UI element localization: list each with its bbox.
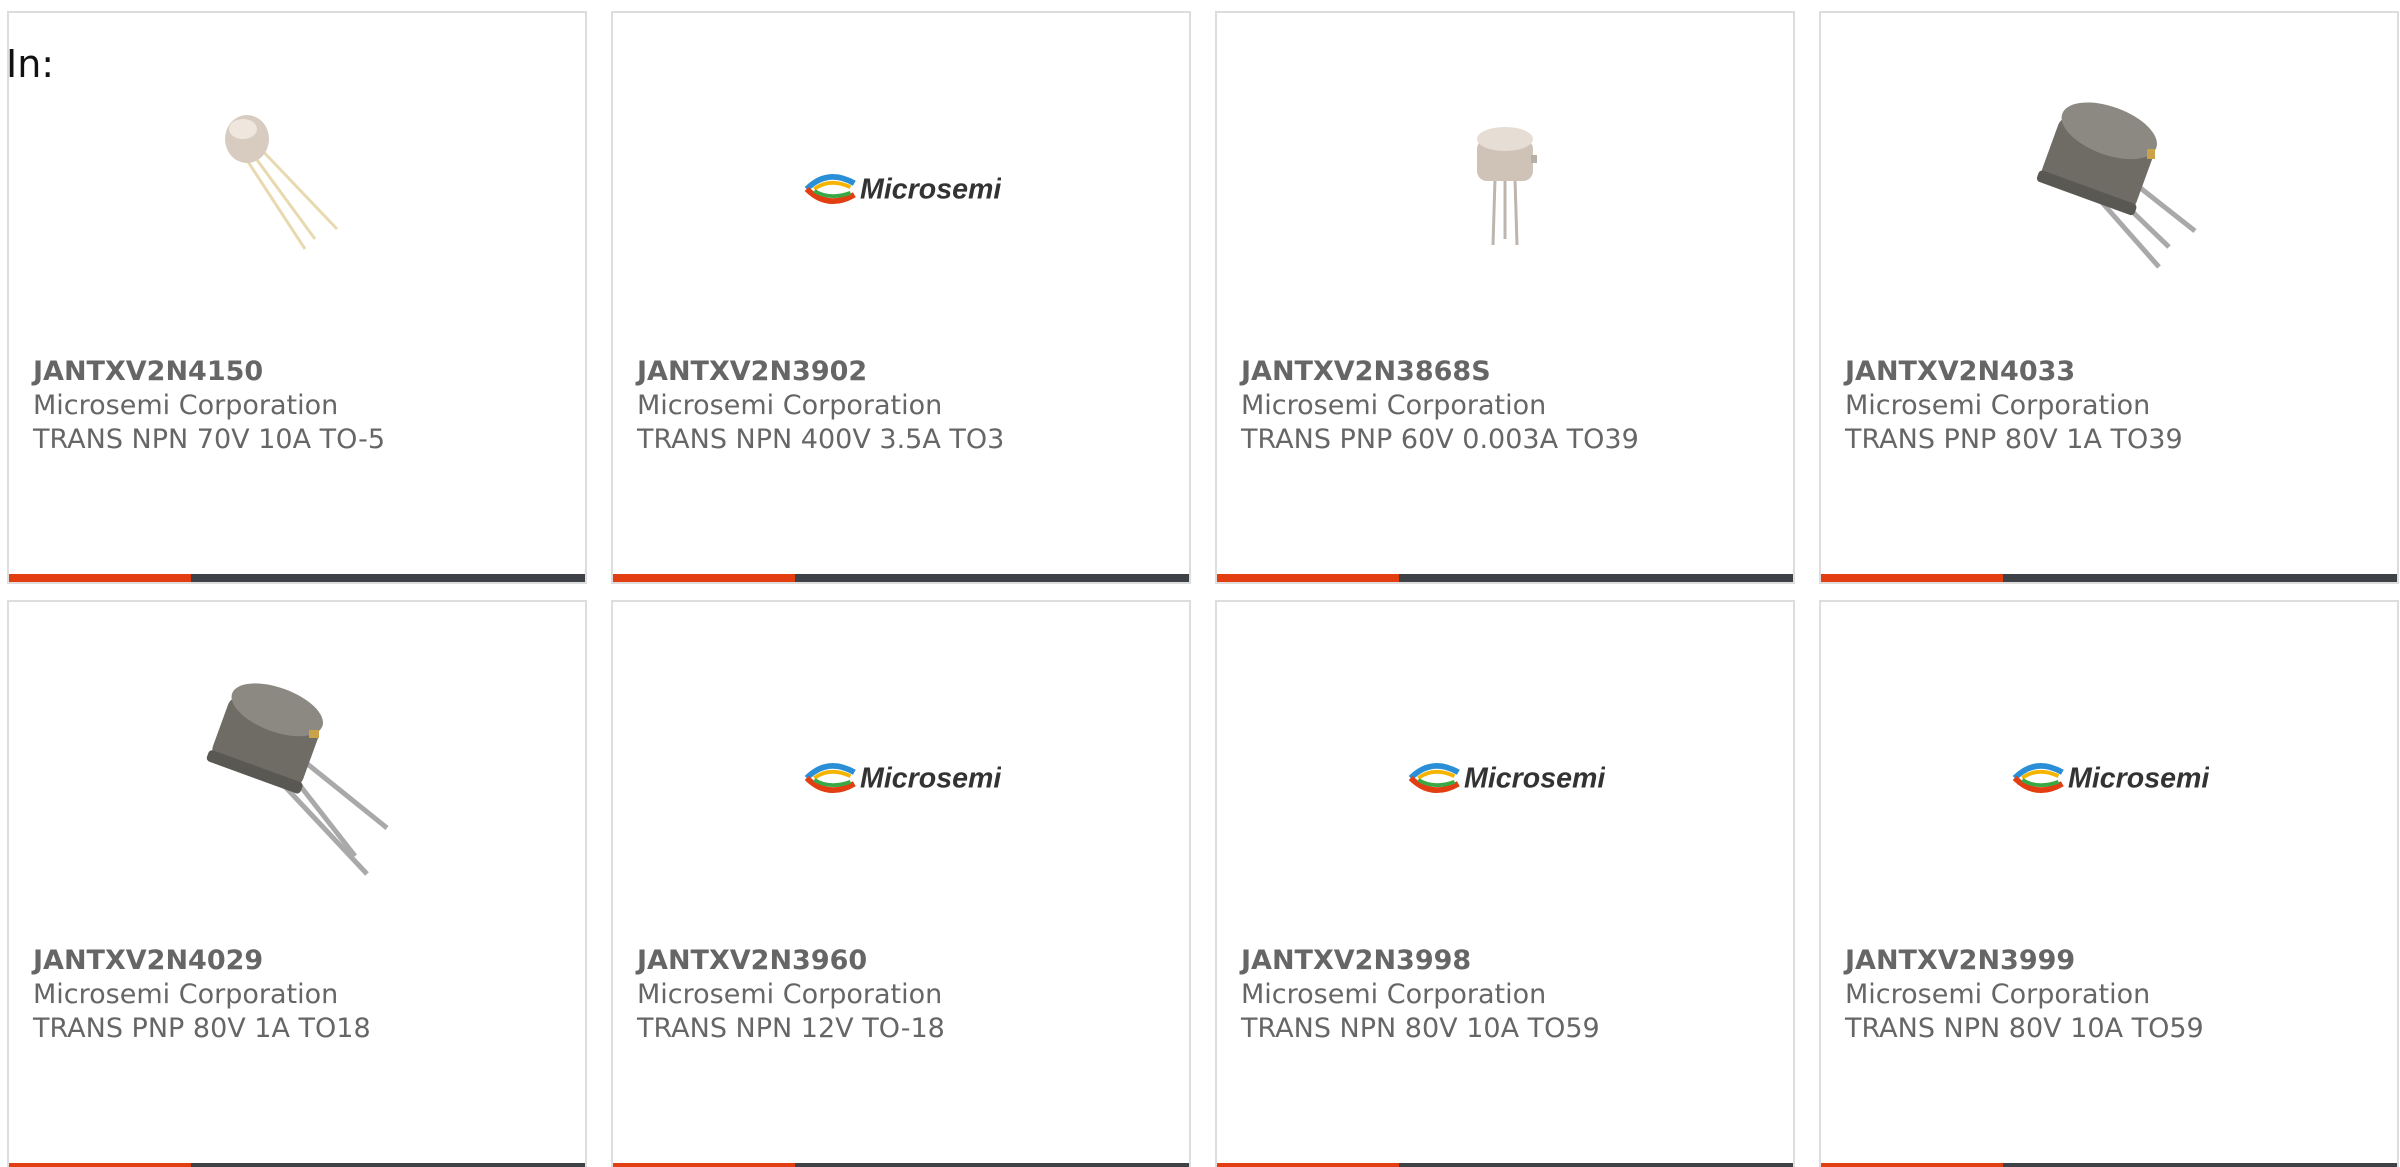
manufacturer: Microsemi Corporation xyxy=(1241,390,1547,421)
description: TRANS NPN 70V 10A TO-5 xyxy=(33,424,386,455)
manufacturer: Microsemi Corporation xyxy=(637,390,943,421)
product-card[interactable]: JANTXV2N3868S Microsemi Corporation TRAN… xyxy=(1215,11,1795,584)
part-number-link[interactable]: JANTXV2N3902 xyxy=(637,355,1169,389)
card-bar xyxy=(1217,574,1793,582)
product-image[interactable] xyxy=(197,678,397,878)
product-card[interactable]: Microsemi JANTXV2N3960 Microsemi Corpora… xyxy=(611,600,1191,1167)
part-number-link[interactable]: JANTXV2N3998 xyxy=(1241,944,1773,978)
transistor-photo-icon xyxy=(206,683,389,876)
microsemi-logo-icon: Microsemi xyxy=(804,174,1001,206)
part-number-link[interactable]: JANTXV2N4033 xyxy=(1845,355,2377,389)
description: TRANS PNP 60V 0.003A TO39 xyxy=(1241,424,1639,455)
part-number-link[interactable]: JANTXV2N4150 xyxy=(33,355,565,389)
logo-text: Microsemi xyxy=(860,763,1001,795)
logo-text: Microsemi xyxy=(1464,763,1605,795)
product-card[interactable]: JANTXV2N4029 Microsemi Corporation TRANS… xyxy=(7,600,587,1167)
part-number-link[interactable]: JANTXV2N3999 xyxy=(1845,944,2377,978)
card-bar xyxy=(1821,1163,2397,1167)
product-image[interactable]: Microsemi xyxy=(2009,678,2209,878)
product-card[interactable]: JANTXV2N4150 Microsemi Corporation TRANS… xyxy=(7,11,587,584)
manufacturer: Microsemi Corporation xyxy=(1241,979,1547,1010)
card-bar-accent xyxy=(9,1163,191,1167)
product-image[interactable]: Microsemi xyxy=(801,89,1001,289)
product-image[interactable] xyxy=(1405,89,1605,289)
card-bar-accent xyxy=(1217,574,1399,582)
description: TRANS NPN 80V 10A TO59 xyxy=(1241,1013,1600,1044)
card-bar-accent xyxy=(613,574,795,582)
card-bar xyxy=(9,1163,585,1167)
card-bar xyxy=(613,574,1189,582)
manufacturer: Microsemi Corporation xyxy=(33,390,339,421)
logo-text: Microsemi xyxy=(860,174,1001,206)
manufacturer: Microsemi Corporation xyxy=(33,979,339,1010)
microsemi-logo-icon: Microsemi xyxy=(804,763,1001,795)
part-number-link[interactable]: JANTXV2N4029 xyxy=(33,944,565,978)
part-number-link[interactable]: JANTXV2N3960 xyxy=(637,944,1169,978)
product-image[interactable] xyxy=(2009,89,2209,289)
description: TRANS NPN 12V TO-18 xyxy=(637,1013,945,1044)
description: TRANS PNP 80V 1A TO39 xyxy=(1845,424,2183,455)
card-bar xyxy=(613,1163,1189,1167)
card-bar xyxy=(1821,574,2397,582)
product-card[interactable]: Microsemi JANTXV2N3998 Microsemi Corpora… xyxy=(1215,600,1795,1167)
product-image[interactable] xyxy=(197,89,397,289)
card-bar-accent xyxy=(1217,1163,1399,1167)
logo-text: Microsemi xyxy=(2068,763,2209,795)
microsemi-logo-icon: Microsemi xyxy=(1408,763,1605,795)
card-bar-accent xyxy=(9,574,191,582)
manufacturer: Microsemi Corporation xyxy=(637,979,943,1010)
card-bar-accent xyxy=(1821,1163,2003,1167)
description: TRANS NPN 80V 10A TO59 xyxy=(1845,1013,2204,1044)
manufacturer: Microsemi Corporation xyxy=(1845,979,2151,1010)
product-card[interactable]: Microsemi JANTXV2N3999 Microsemi Corpora… xyxy=(1819,600,2399,1167)
manufacturer: Microsemi Corporation xyxy=(1845,390,2151,421)
card-bar xyxy=(1217,1163,1793,1167)
product-card[interactable]: Microsemi JANTXV2N3902 Microsemi Corpora… xyxy=(611,11,1191,584)
product-image[interactable]: Microsemi xyxy=(801,678,1001,878)
transistor-photo-icon xyxy=(2036,102,2197,269)
microsemi-logo-icon: Microsemi xyxy=(2012,763,2209,795)
part-number-link[interactable]: JANTXV2N3868S xyxy=(1241,355,1773,389)
product-image[interactable]: Microsemi xyxy=(1405,678,1605,878)
product-card[interactable]: JANTXV2N4033 Microsemi Corporation TRANS… xyxy=(1819,11,2399,584)
description: TRANS PNP 80V 1A TO18 xyxy=(33,1013,371,1044)
in-label: In: xyxy=(6,42,55,86)
transistor-photo-icon xyxy=(225,115,339,250)
transistor-photo-icon xyxy=(1477,127,1537,246)
card-bar xyxy=(9,574,585,582)
description: TRANS NPN 400V 3.5A TO3 xyxy=(637,424,1005,455)
product-grid: JANTXV2N4150 Microsemi Corporation TRANS… xyxy=(7,11,2399,1167)
card-bar-accent xyxy=(613,1163,795,1167)
card-bar-accent xyxy=(1821,574,2003,582)
